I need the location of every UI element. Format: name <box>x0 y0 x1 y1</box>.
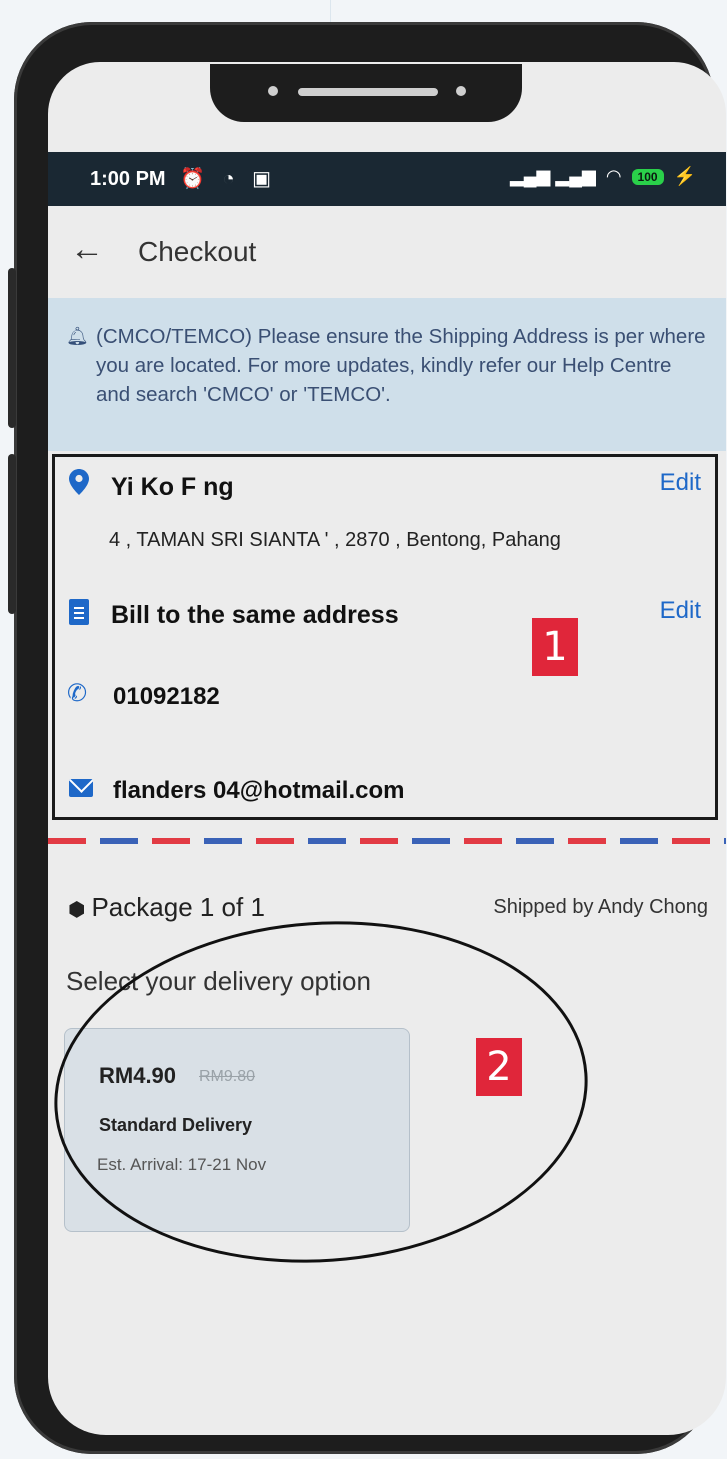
page-title: Checkout <box>138 236 257 267</box>
standard-delivery-option[interactable]: RM4.90 RM9.80 Standard Delivery Est. Arr… <box>64 1028 410 1232</box>
delivery-arrival: Est. Arrival: 17-21 Nov <box>97 1155 267 1174</box>
speaker-grill <box>298 88 438 96</box>
notice-text: (CMCO/TEMCO) Please ensure the Shipping … <box>96 325 706 406</box>
shipping-address: 4 , TAMAN SRI SIANTA ' , 2870 , Bentong,… <box>109 529 561 551</box>
status-bar: 1:00 PM ⏰ ◔ ▣ ▂▄▆ ▂▄▆ ◠ 100 ⚡ <box>48 152 726 206</box>
package-title-text: Package 1 of 1 <box>91 892 265 922</box>
sensor-dot <box>456 86 466 96</box>
mail-icon <box>69 779 93 797</box>
edit-billing-link[interactable]: Edit <box>660 597 701 625</box>
delivery-price: RM4.90 <box>99 1063 177 1088</box>
phone-notch <box>210 64 522 122</box>
wifi-icon: ◠ <box>605 166 622 186</box>
phone-icon: ✆ <box>67 680 88 707</box>
shipped-by-text: Shipped by Andy Chong <box>493 896 708 918</box>
delivery-option-prompt: Select your delivery option <box>66 966 371 996</box>
camera-dot <box>268 86 278 96</box>
status-time: 1:00 PM <box>90 168 166 190</box>
airmail-divider <box>48 838 726 844</box>
package-box-icon: ⬢ <box>68 899 86 921</box>
shipping-info-box: Yi Ko F ng Edit 4 , TAMAN SRI SIANTA ' ,… <box>52 454 718 820</box>
phone-number: 01092182 <box>113 683 220 710</box>
status-notification-icons: ⏰ ◔ ▣ <box>180 168 277 190</box>
package-title: ⬢ Package 1 of 1 <box>68 892 265 923</box>
phone-side-button <box>8 268 16 428</box>
billing-address-text: Bill to the same address <box>111 601 399 629</box>
location-pin-icon <box>69 469 89 495</box>
app-header: ← Checkout <box>48 206 726 298</box>
cmco-notice-banner: 🔔︎ (CMCO/TEMCO) Please ensure the Shippi… <box>48 298 726 451</box>
edit-address-link[interactable]: Edit <box>660 469 701 497</box>
annotation-badge-1: 1 <box>532 618 578 676</box>
bell-icon: 🔔︎ <box>66 326 89 346</box>
document-icon <box>69 599 89 625</box>
signal-icon: ▂▄▆ ▂▄▆ <box>509 166 596 186</box>
delivery-name: Standard Delivery <box>99 1115 253 1135</box>
battery-icon: 100 <box>631 168 664 185</box>
recipient-name: Yi Ko F ng <box>111 473 234 501</box>
phone-screen: 1:00 PM ⏰ ◔ ▣ ▂▄▆ ▂▄▆ ◠ 100 ⚡ ← Checkout… <box>48 62 726 1435</box>
phone-side-button <box>8 454 16 614</box>
phone-frame: 1:00 PM ⏰ ◔ ▣ ▂▄▆ ▂▄▆ ◠ 100 ⚡ ← Checkout… <box>8 22 726 1454</box>
back-arrow-icon[interactable]: ← <box>70 230 104 269</box>
annotation-badge-2: 2 <box>476 1038 522 1096</box>
delivery-original-price: RM9.80 <box>199 1068 256 1085</box>
charging-icon: ⚡ <box>673 166 696 186</box>
email-address: flanders 04@hotmail.com <box>113 777 405 804</box>
status-system-icons: ▂▄▆ ▂▄▆ ◠ 100 ⚡ <box>510 166 696 187</box>
